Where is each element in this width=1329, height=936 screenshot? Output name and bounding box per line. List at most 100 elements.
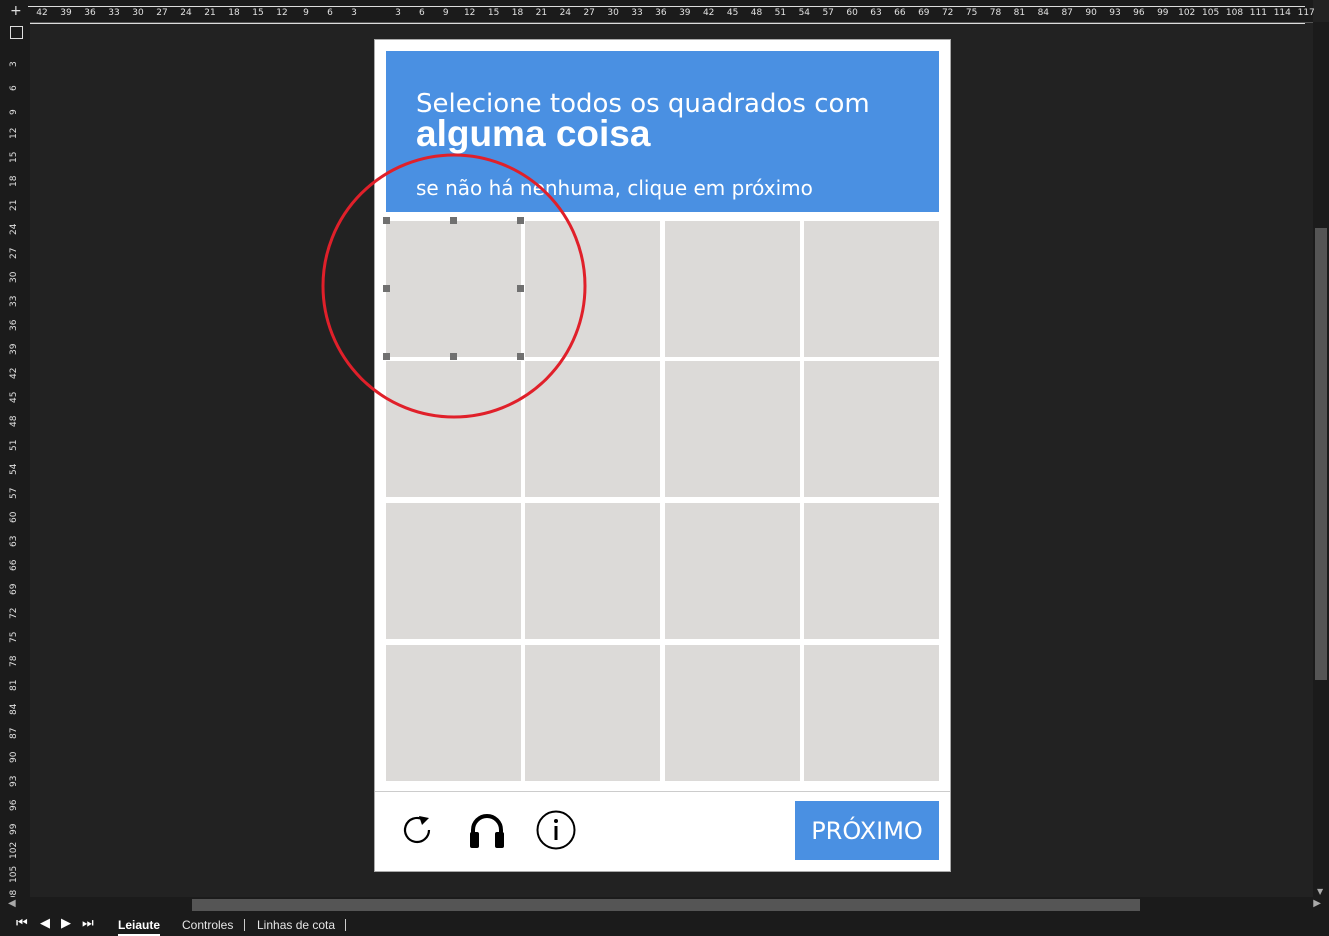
ruler-tick-label: 69 (9, 583, 19, 595)
captcha-tile[interactable] (386, 645, 521, 781)
captcha-tile[interactable] (804, 361, 939, 497)
ruler-tick-label: 24 (559, 8, 572, 18)
ruler-tick-label: 48 (9, 415, 19, 427)
captcha-tile[interactable] (665, 361, 800, 497)
last-tab-icon[interactable]: ⏭ (82, 916, 94, 931)
ruler-tick-label: 3 (395, 8, 401, 18)
ruler-tick-label: 15 (487, 8, 500, 18)
next-button[interactable]: PRÓXIMO (795, 801, 939, 860)
captcha-tile[interactable] (804, 645, 939, 781)
ruler-tick-label: 78 (9, 655, 19, 667)
ruler-tick-label: 3 (351, 8, 357, 18)
ruler-tick-label: 60 (9, 511, 19, 523)
ruler-tick-label: 63 (9, 535, 19, 547)
ruler-tick-label: 102 (1178, 8, 1196, 18)
ruler-tick-label: 21 (535, 8, 548, 18)
captcha-tile[interactable] (804, 221, 939, 357)
ruler-tick-label: 105 (1202, 8, 1220, 18)
scroll-left-icon[interactable]: ◀ (8, 898, 16, 909)
ruler-tick-label: 36 (655, 8, 667, 18)
ruler-tick-label: 99 (9, 823, 19, 835)
ruler-tick-label: 30 (607, 8, 619, 18)
ruler-tick-label: 39 (9, 343, 19, 355)
ruler-tick-label: 45 (9, 391, 19, 403)
ruler-tick-label: 93 (9, 775, 19, 787)
ruler-tick-label: 24 (180, 8, 192, 18)
ruler-tick-label: 42 (36, 8, 48, 18)
vertical-ruler: 3 6 9 12 15 18 21 24 27 30 33 36 39 42 45 48 51 54 57 60 63 6… (0, 22, 30, 907)
ruler-tick-label: 48 (750, 8, 763, 18)
captcha-tile[interactable] (525, 503, 660, 639)
ruler-tick-label: 96 (9, 799, 19, 811)
horizontal-scrollbar-thumb[interactable] (192, 899, 1140, 911)
annotation-circle (321, 153, 587, 419)
ruler-corner-box[interactable] (10, 26, 23, 39)
ruler-tick-label: 39 (60, 8, 72, 18)
horizontal-scrollbar[interactable]: ◀ ▶ (0, 897, 1329, 914)
ruler-tick-label: 99 (1157, 8, 1169, 18)
ruler-tick-label: 9 (442, 8, 449, 18)
ruler-tick-label: 42 (702, 8, 715, 18)
ruler-tick-label: 42 (9, 367, 19, 379)
tab-controles[interactable]: Controles (182, 918, 233, 932)
vertical-scrollbar[interactable]: ▼ (1313, 22, 1329, 898)
ruler-tick-label: 30 (132, 8, 144, 18)
ruler-tick-label: 30 (9, 271, 19, 283)
ruler-tick-label: 18 (228, 8, 240, 18)
ruler-tick-label: 33 (9, 295, 19, 307)
ruler-tick-label: 27 (9, 247, 19, 259)
next-tab-icon[interactable]: ▶ (61, 916, 71, 931)
tab-leiaute[interactable]: Leiaute (118, 918, 161, 936)
ruler-tick-label: 6 (9, 85, 19, 91)
scroll-down-icon[interactable]: ▼ (1317, 887, 1323, 896)
captcha-tile[interactable] (665, 221, 800, 357)
ruler-tick-label: 27 (583, 8, 595, 18)
info-icon[interactable] (536, 810, 576, 850)
tab-separator (244, 919, 245, 931)
ruler-tick-label: 57 (9, 487, 19, 499)
captcha-tile[interactable] (525, 645, 660, 781)
ruler-tick-label: 66 (894, 8, 906, 18)
layout-tab-bar: ⏮ ◀ ▶ ⏭ Leiaute Controles Linhas de cota (0, 914, 1329, 936)
captcha-tile[interactable] (804, 503, 939, 639)
ruler-tick-label: 117 (1297, 8, 1315, 18)
captcha-tile[interactable] (665, 645, 800, 781)
ruler-tick-label: 108 (1225, 8, 1244, 18)
ruler-tick-label: 90 (1085, 8, 1097, 18)
refresh-icon[interactable] (399, 810, 439, 850)
ruler-origin-icon[interactable]: + (10, 3, 22, 19)
ruler-tick-label: 12 (463, 8, 476, 18)
ruler-tick-label: 45 (726, 8, 739, 18)
captcha-tile[interactable] (386, 503, 521, 639)
ruler-tick-label: 51 (774, 8, 787, 18)
ruler-tick-label: 21 (204, 8, 216, 18)
ruler-tick-label: 87 (1061, 8, 1073, 18)
ruler-tick-label: 105 (9, 865, 19, 883)
prev-tab-icon[interactable]: ◀ (40, 916, 50, 931)
ruler-tick-label: 36 (9, 319, 19, 331)
vertical-scrollbar-thumb[interactable] (1315, 228, 1327, 680)
ruler-tick-label: 93 (1109, 8, 1121, 18)
ruler-tick-label: 75 (965, 8, 978, 18)
ruler-tick-label: 12 (276, 8, 288, 18)
ruler-tick-label: 90 (9, 751, 19, 763)
ruler-tick-label: 81 (1013, 8, 1026, 18)
ruler-tick-label: 66 (9, 559, 19, 571)
ruler-tick-label: 102 (9, 841, 19, 859)
ruler-tick-label: 6 (419, 8, 425, 18)
ruler-tick-label: 72 (9, 607, 19, 619)
ruler-tick-label: 60 (846, 8, 858, 18)
ruler-tick-label: 6 (327, 8, 333, 18)
first-tab-icon[interactable]: ⏮ (16, 916, 28, 931)
captcha-target: alguma coisa (416, 113, 651, 154)
ruler-tick-label: 24 (9, 223, 19, 235)
ruler-tick-label: 63 (870, 8, 882, 18)
tab-linhas-de-cota[interactable]: Linhas de cota (257, 918, 335, 932)
headphones-icon[interactable] (467, 810, 507, 850)
captcha-tile[interactable] (665, 503, 800, 639)
ruler-tick-label: 54 (798, 8, 811, 18)
ruler-tick-label: 18 (511, 8, 524, 18)
scroll-right-icon[interactable]: ▶ (1313, 898, 1321, 909)
ruler-tick-label: 87 (9, 727, 19, 739)
ruler-tick-label: 96 (1133, 8, 1145, 18)
